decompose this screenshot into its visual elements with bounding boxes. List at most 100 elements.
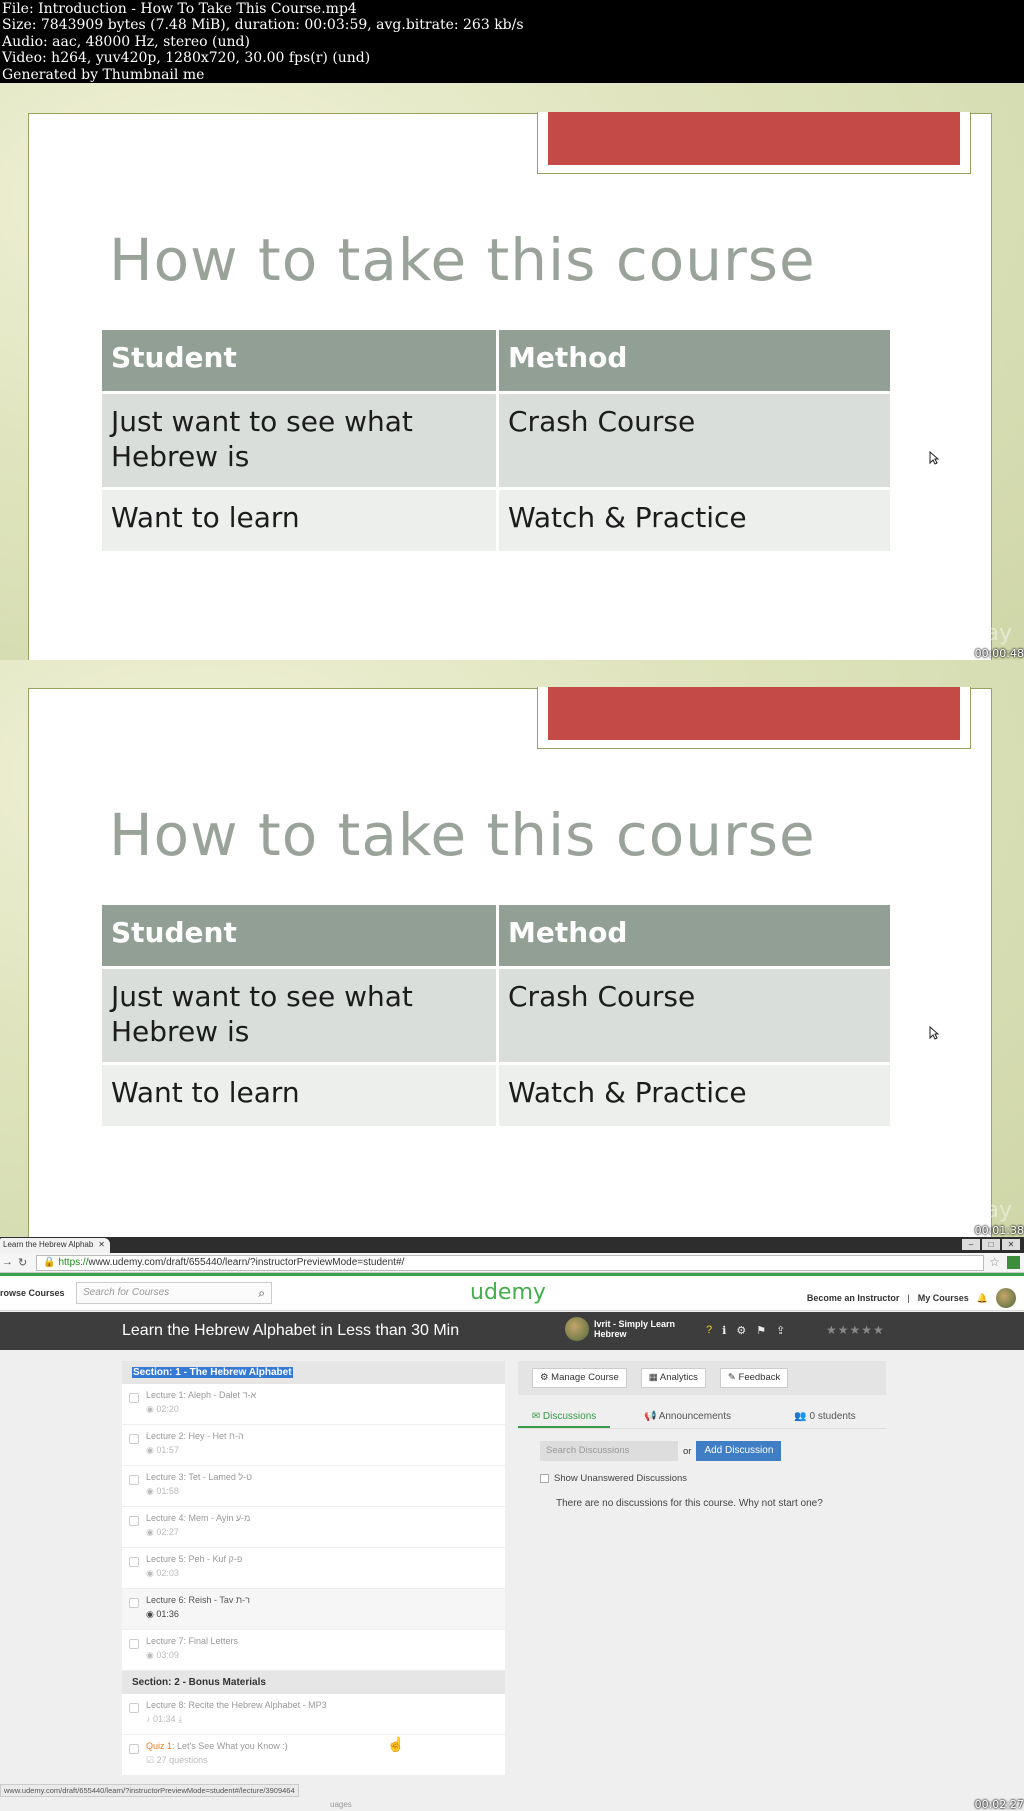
file-info-header: File: Introduction - How To Take This Co… <box>0 0 1024 83</box>
quiz-item[interactable]: Quiz 1: Let's See What you Know :) ☑ 27 q… <box>122 1735 505 1776</box>
course-bar: Learn the Hebrew Alphabet in Less than 3… <box>0 1312 1024 1350</box>
truncated-text: uages <box>330 1800 352 1809</box>
status-bar-url: www.udemy.com/draft/655440/learn/?instru… <box>0 1784 299 1797</box>
file-info-line: Generated by Thumbnail me <box>2 66 205 83</box>
slide-title: How to take this course <box>109 801 816 869</box>
lecture-checkbox[interactable] <box>129 1475 139 1485</box>
rating-stars[interactable]: ★★★★★ <box>826 1323 885 1337</box>
lecture-checkbox[interactable] <box>129 1639 139 1649</box>
maximize-button[interactable]: □ <box>982 1239 1000 1250</box>
table-cell: Watch & Practice <box>496 1062 893 1129</box>
share-icon[interactable]: ⇪ <box>776 1324 785 1337</box>
table-header: Student <box>99 327 499 394</box>
slide-title-tab <box>537 112 971 174</box>
minimize-button[interactable]: – <box>962 1239 980 1250</box>
mouse-cursor-icon <box>929 1026 939 1040</box>
close-icon[interactable]: ✕ <box>98 1240 105 1249</box>
download-icon[interactable]: ⤓ <box>178 1714 182 1724</box>
timestamp: 00:00:48 <box>974 647 1024 660</box>
table-header: Student <box>99 902 499 969</box>
chart-icon: ▦ <box>648 1372 658 1383</box>
lecture-checkbox[interactable] <box>129 1434 139 1444</box>
lecture-checkbox[interactable] <box>129 1557 139 1567</box>
lecture-item[interactable]: Lecture 5: Peh - Kuf פ-ק ◉ 02:03 <box>122 1548 505 1589</box>
become-instructor-link[interactable]: Become an Instructor <box>807 1293 900 1303</box>
instructor-badge[interactable]: Ivrit - Simply Learn Hebrew <box>565 1317 684 1341</box>
lecture-item[interactable]: Lecture 2: Hey - Het ה-ח ◉ 01:57 <box>122 1425 505 1466</box>
empty-discussions-message: There are no discussions for this course… <box>556 1498 823 1509</box>
table-cell: Crash Course <box>496 391 893 490</box>
hand-cursor-icon: ☝ <box>387 1736 405 1752</box>
reload-icon[interactable]: ↻ <box>18 1256 27 1269</box>
forward-arrow-icon[interactable]: → <box>2 1256 13 1268</box>
timestamp: 00:01:38 <box>974 1224 1024 1237</box>
play-icon: ◉ <box>146 1527 154 1537</box>
lecture-item[interactable]: Lecture 1: Aleph - Dalet א-ד ◉ 02:20 <box>122 1384 505 1425</box>
window-controls: – □ ✕ <box>962 1239 1020 1250</box>
comments-icon: ✉ <box>531 1411 541 1422</box>
feedback-button[interactable]: ✎ Feedback <box>719 1368 789 1388</box>
instructor-avatar <box>565 1317 589 1341</box>
udemy-logo[interactable]: udemy <box>470 1280 546 1305</box>
play-icon: ◉ <box>146 1609 154 1619</box>
flag-icon[interactable]: ⚑ <box>756 1324 766 1337</box>
discussion-search-input[interactable]: Search Discussions <box>540 1441 678 1461</box>
megaphone-icon: 📢 <box>644 1411 657 1422</box>
play-icon: ◉ <box>146 1650 154 1660</box>
header-right-nav: Become an Instructor | My Courses 🔔 <box>807 1288 1016 1308</box>
table-cell: Just want to see what Hebrew is <box>99 966 499 1065</box>
section-header: Section: 1 - The Hebrew Alphabet <box>122 1361 505 1384</box>
watermark: ay <box>985 621 1012 646</box>
discussion-panel: ⚙ Manage Course ▦ Analytics ✎ Feedback ✉… <box>518 1361 886 1509</box>
video-frame-2: How to take this course Student Method J… <box>0 660 1024 1237</box>
lecture-checkbox[interactable] <box>129 1703 139 1713</box>
video-frame-1: How to take this course Student Method J… <box>0 83 1024 660</box>
table-cell: Crash Course <box>496 966 893 1065</box>
section-header: Section: 2 - Bonus Materials <box>122 1671 505 1694</box>
add-discussion-button[interactable]: Add Discussion <box>696 1441 782 1461</box>
play-icon: ◉ <box>146 1568 154 1578</box>
analytics-button[interactable]: ▦ Analytics <box>640 1368 706 1388</box>
my-courses-link[interactable]: My Courses <box>918 1293 969 1303</box>
lecture-checkbox[interactable] <box>129 1744 139 1754</box>
help-icon[interactable]: ? <box>706 1324 712 1337</box>
unanswered-filter[interactable]: Show Unanswered Discussions <box>540 1473 886 1484</box>
info-icon[interactable]: ℹ <box>722 1324 726 1337</box>
audio-icon: ♪ <box>146 1714 151 1724</box>
lecture-checkbox[interactable] <box>129 1393 139 1403</box>
lecture-item[interactable]: Lecture 3: Tet - Lamed ט-ל ◉ 01:58 <box>122 1466 505 1507</box>
lecture-item[interactable]: Lecture 4: Mem - Ayin מ-ע ◉ 02:27 <box>122 1507 505 1548</box>
table-header: Method <box>496 902 893 969</box>
or-label: or <box>683 1445 692 1457</box>
lecture-checkbox[interactable] <box>129 1516 139 1526</box>
lecture-item-active[interactable]: Lecture 6: Reish - Tav ר-ת ◉ 01:36 <box>122 1589 505 1630</box>
tab-announcements[interactable]: 📢 Announcements <box>610 1407 765 1428</box>
manage-course-button[interactable]: ⚙ Manage Course <box>532 1368 627 1388</box>
slide: How to take this course Student Method J… <box>28 112 992 660</box>
tab-discussions[interactable]: ✉ Discussions <box>518 1407 610 1428</box>
extension-icon[interactable] <box>1007 1256 1020 1269</box>
url-field[interactable]: 🔒 https://www.udemy.com/draft/655440/lear… <box>36 1255 984 1271</box>
unanswered-checkbox[interactable] <box>540 1474 549 1483</box>
video-frame-3: Learn the Hebrew Alphab ✕ – □ ✕ → ↻ 🔒 htt… <box>0 1237 1024 1811</box>
search-input[interactable]: Search for Courses ⌕ <box>76 1282 272 1304</box>
close-window-button[interactable]: ✕ <box>1002 1239 1020 1250</box>
course-admin-toolbar: ⚙ Manage Course ▦ Analytics ✎ Feedback <box>518 1361 886 1395</box>
table-cell: Want to learn <box>99 1062 499 1129</box>
bell-icon[interactable]: 🔔 <box>977 1293 988 1304</box>
lecture-checkbox[interactable] <box>129 1598 139 1608</box>
tab-students[interactable]: 👥 0 students <box>765 1407 885 1428</box>
watermark: ay <box>985 1198 1012 1223</box>
course-method-table: Student Method Just want to see what Heb… <box>99 902 893 1129</box>
browser-tab[interactable]: Learn the Hebrew Alphab ✕ <box>0 1238 110 1253</box>
gear-icon[interactable]: ⚙ <box>736 1324 746 1337</box>
avatar[interactable] <box>996 1288 1016 1308</box>
file-info-line: File: Introduction - How To Take This Co… <box>2 1 357 17</box>
lecture-item[interactable]: Lecture 8: Recite the Hebrew Alphabet - … <box>122 1694 505 1735</box>
search-icon[interactable]: ⌕ <box>258 1286 265 1301</box>
browse-courses-link[interactable]: rowse Courses <box>0 1288 65 1298</box>
bookmark-star-icon[interactable]: ☆ <box>989 1255 1000 1269</box>
lecture-item[interactable]: Lecture 7: Final Letters ◉ 03:09 <box>122 1630 505 1671</box>
address-bar-row: → ↻ 🔒 https://www.udemy.com/draft/655440/… <box>0 1253 1024 1273</box>
play-icon: ◉ <box>146 1404 154 1414</box>
